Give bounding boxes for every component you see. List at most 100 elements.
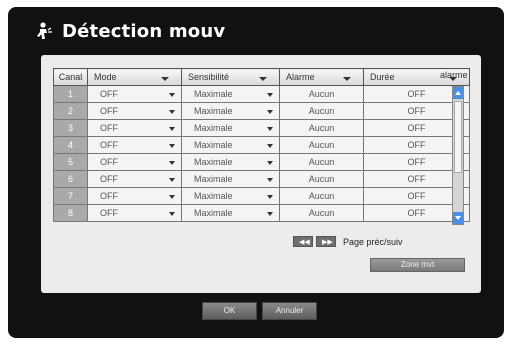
mode-dropdown[interactable]: OFF: [87, 102, 182, 120]
mode-dropdown[interactable]: OFF: [87, 170, 182, 188]
table-row: 8 OFF Maximale Aucun OFF: [53, 204, 470, 222]
next-page-button[interactable]: ▶▶: [316, 236, 336, 247]
canal-cell: 4: [53, 136, 88, 154]
table-row: 6 OFF Maximale Aucun OFF: [53, 170, 470, 188]
chevron-down-icon: [343, 77, 351, 81]
chevron-down-icon: [169, 212, 175, 216]
prev-page-button[interactable]: ◀◀: [293, 236, 313, 247]
chevron-down-icon: [259, 77, 267, 81]
sensibilite-dropdown[interactable]: Maximale: [181, 119, 280, 137]
table-scrollbar[interactable]: [452, 86, 464, 225]
alarme-cell[interactable]: Aucun: [279, 153, 364, 171]
chevron-down-icon: [169, 195, 175, 199]
chevron-down-icon: [169, 144, 175, 148]
mode-dropdown[interactable]: OFF: [87, 136, 182, 154]
chevron-down-icon: [267, 195, 273, 199]
mode-dropdown-value: OFF: [100, 174, 118, 184]
duree-dropdown-value: OFF: [407, 106, 426, 116]
canal-cell: 5: [53, 153, 88, 171]
header-alarme[interactable]: Alarme: [279, 68, 364, 86]
alarme-cell-value: Aucun: [308, 191, 335, 201]
fast-forward-icon: ▶▶: [322, 238, 333, 246]
channel-table: Canal Mode Sensibilité Alarme Durée 1 OFF…: [53, 68, 470, 228]
alarme-cell[interactable]: Aucun: [279, 187, 364, 205]
duree-dropdown-value: OFF: [407, 208, 426, 218]
scroll-up-icon[interactable]: [453, 87, 463, 99]
duree-dropdown-value: OFF: [407, 140, 426, 150]
mode-dropdown[interactable]: OFF: [87, 153, 182, 171]
rewind-icon: ◀◀: [299, 238, 310, 246]
canal-cell: 2: [53, 102, 88, 120]
sensibilite-dropdown-value: Maximale: [194, 140, 233, 150]
canal-cell-value: 1: [67, 89, 73, 99]
mode-dropdown-value: OFF: [100, 140, 118, 150]
chevron-down-icon: [169, 110, 175, 114]
sensibilite-dropdown-value: Maximale: [194, 174, 233, 184]
sensibilite-dropdown[interactable]: Maximale: [181, 187, 280, 205]
canal-cell-value: 7: [67, 191, 73, 201]
pager-label: Page préc/suiv: [343, 236, 403, 247]
chevron-down-icon: [267, 93, 273, 97]
canal-cell-value: 3: [67, 123, 73, 133]
mode-dropdown-value: OFF: [100, 191, 118, 201]
sensibilite-dropdown[interactable]: Maximale: [181, 170, 280, 188]
mode-dropdown[interactable]: OFF: [87, 119, 182, 137]
alarme-cell-value: Aucun: [308, 106, 335, 116]
alarme-cell[interactable]: Aucun: [279, 102, 364, 120]
alarme-cell[interactable]: Aucun: [279, 170, 364, 188]
chevron-down-icon: [169, 127, 175, 131]
duree-dropdown-value: OFF: [407, 89, 426, 99]
alarme-cell[interactable]: Aucun: [279, 85, 364, 103]
cancel-button[interactable]: Annuler: [262, 302, 317, 320]
chevron-down-icon: [267, 144, 273, 148]
header-sensibilite[interactable]: Sensibilité: [181, 68, 280, 86]
duree-dropdown-value: OFF: [407, 191, 426, 201]
zone-button[interactable]: Zone mvt: [370, 258, 465, 272]
mode-dropdown-value: OFF: [100, 123, 118, 133]
pager: ◀◀ ▶▶ Page préc/suiv: [293, 236, 403, 247]
sensibilite-dropdown[interactable]: Maximale: [181, 204, 280, 222]
canal-cell-value: 8: [67, 208, 73, 218]
header-overflow-label: alarme: [440, 70, 468, 80]
scroll-down-icon[interactable]: [453, 212, 463, 224]
window-title: Détection mouv: [62, 20, 226, 42]
sensibilite-dropdown-value: Maximale: [194, 106, 233, 116]
canal-cell: 7: [53, 187, 88, 205]
canal-cell: 1: [53, 85, 88, 103]
alarme-cell[interactable]: Aucun: [279, 119, 364, 137]
canal-cell-value: 4: [67, 140, 73, 150]
alarme-cell-value: Aucun: [308, 123, 335, 133]
table-header-row: Canal Mode Sensibilité Alarme Durée: [53, 68, 470, 86]
alarme-cell-value: Aucun: [308, 174, 335, 184]
motion-person-icon: [37, 22, 52, 39]
table-row: 4 OFF Maximale Aucun OFF: [53, 136, 470, 154]
chevron-down-icon: [267, 110, 273, 114]
alarme-cell[interactable]: Aucun: [279, 136, 364, 154]
sensibilite-dropdown[interactable]: Maximale: [181, 85, 280, 103]
alarme-cell-value: Aucun: [308, 89, 335, 99]
mode-dropdown[interactable]: OFF: [87, 85, 182, 103]
duree-dropdown-value: OFF: [407, 157, 426, 167]
ok-button[interactable]: OK: [202, 302, 257, 320]
chevron-down-icon: [267, 161, 273, 165]
duree-dropdown-value: OFF: [407, 123, 426, 133]
chevron-down-icon: [169, 93, 175, 97]
title-bar: Détection mouv: [18, 14, 494, 48]
duree-dropdown-value: OFF: [407, 174, 426, 184]
mode-dropdown[interactable]: OFF: [87, 204, 182, 222]
header-mode[interactable]: Mode: [87, 68, 182, 86]
mode-dropdown[interactable]: OFF: [87, 187, 182, 205]
mode-dropdown-value: OFF: [100, 208, 118, 218]
mode-dropdown-value: OFF: [100, 89, 118, 99]
canal-cell-value: 2: [67, 106, 73, 116]
sensibilite-dropdown-value: Maximale: [194, 191, 233, 201]
scroll-thumb[interactable]: [454, 101, 462, 173]
sensibilite-dropdown[interactable]: Maximale: [181, 136, 280, 154]
sensibilite-dropdown[interactable]: Maximale: [181, 102, 280, 120]
sensibilite-dropdown-value: Maximale: [194, 89, 233, 99]
alarme-cell[interactable]: Aucun: [279, 204, 364, 222]
alarme-cell-value: Aucun: [308, 140, 335, 150]
sensibilite-dropdown-value: Maximale: [194, 208, 233, 218]
sensibilite-dropdown[interactable]: Maximale: [181, 153, 280, 171]
header-canal: Canal: [53, 68, 88, 86]
